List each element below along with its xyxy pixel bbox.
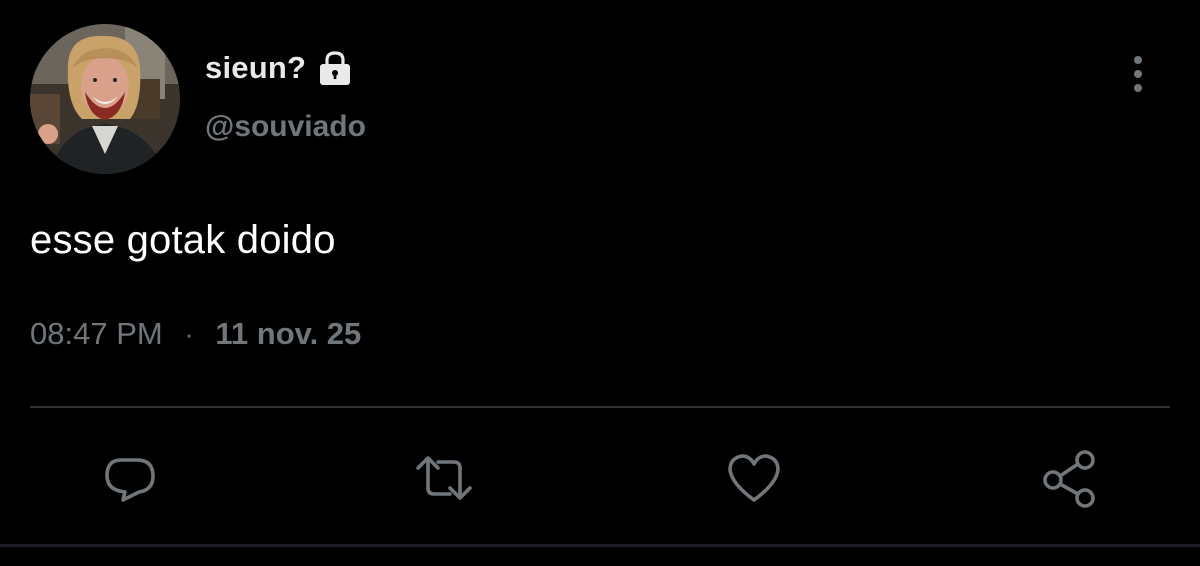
more-vertical-icon[interactable] (1124, 52, 1152, 96)
share-icon (1043, 450, 1095, 508)
avatar[interactable] (30, 24, 180, 174)
share-button[interactable] (1037, 446, 1101, 510)
bottom-divider (0, 544, 1200, 547)
retweet-button[interactable] (412, 446, 476, 510)
avatar-image (30, 24, 180, 174)
action-bar (0, 446, 1200, 516)
reply-icon (105, 458, 155, 502)
divider (30, 406, 1170, 408)
lock-icon (316, 49, 354, 87)
meta-separator: · (184, 318, 194, 349)
user-handle[interactable]: @souviado (205, 110, 366, 144)
retweet-icon (416, 456, 472, 500)
display-name-row: sieun? (205, 48, 354, 88)
heart-icon (728, 454, 780, 502)
tweet-timestamp: 08:47 PM · 11 nov. 25 (30, 316, 361, 352)
tweet-card: sieun? @souviado esse gotak doido 08:47 … (0, 0, 1200, 566)
tweet-date: 11 nov. 25 (215, 316, 362, 351)
display-name[interactable]: sieun? (205, 50, 306, 86)
tweet-text: esse gotak doido (30, 218, 336, 262)
like-button[interactable] (722, 446, 786, 510)
reply-button[interactable] (97, 446, 161, 510)
tweet-time: 08:47 PM (30, 316, 163, 351)
